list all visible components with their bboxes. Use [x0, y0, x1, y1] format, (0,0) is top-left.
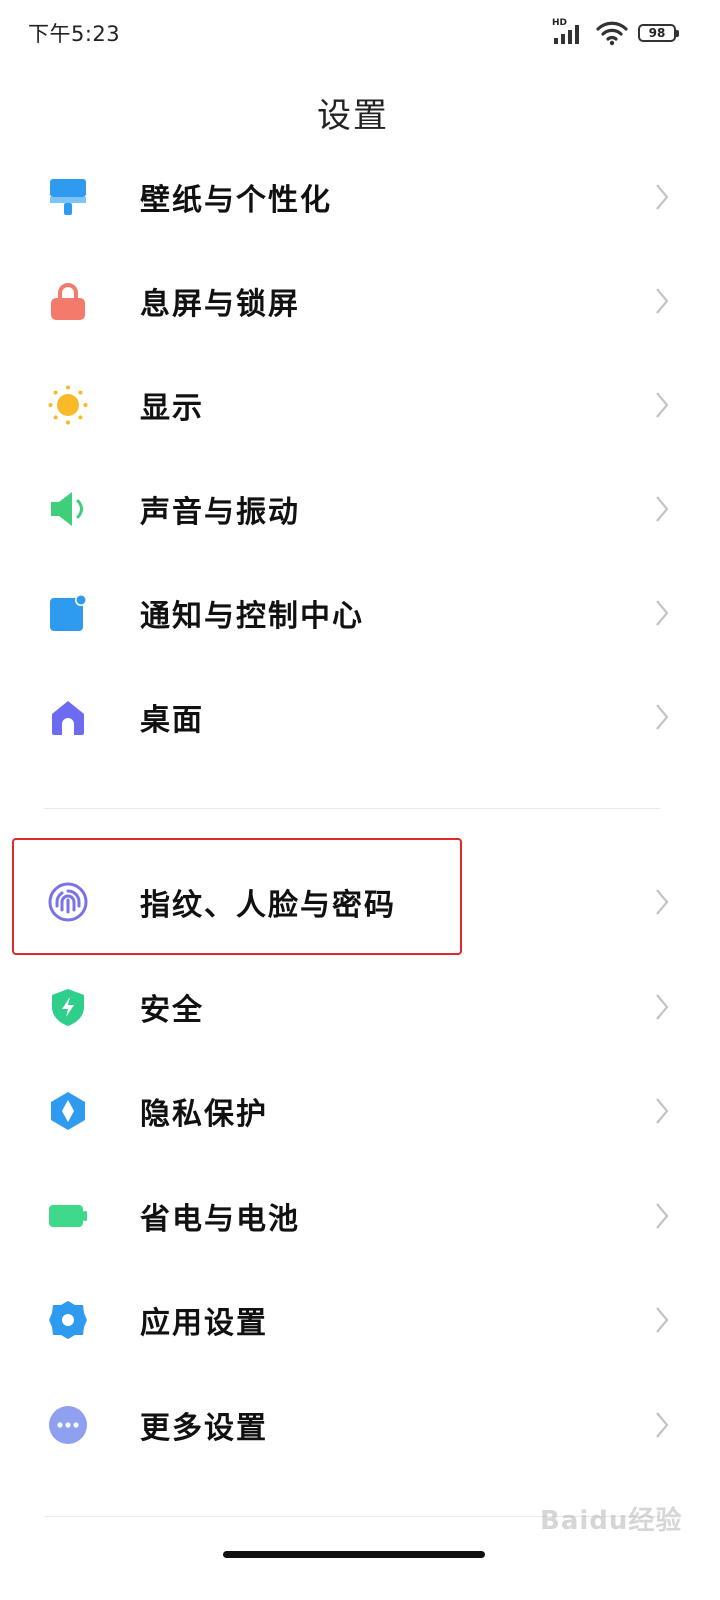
battery-icon: 98	[638, 24, 679, 42]
home-indicator[interactable]	[223, 1551, 485, 1558]
settings-item-notifications[interactable]: 通知与控制中心	[0, 561, 720, 665]
chevron-right-icon	[652, 493, 672, 525]
settings-item-app-settings[interactable]: 应用设置	[0, 1268, 720, 1372]
sun-icon	[48, 385, 88, 425]
settings-item-security[interactable]: 安全	[0, 955, 720, 1059]
settings-item-display[interactable]: 显示	[0, 353, 720, 457]
settings-item-label: 通知与控制中心	[140, 599, 364, 634]
battery-icon	[48, 1196, 88, 1236]
settings-item-label: 桌面	[140, 703, 204, 738]
settings-item-label: 应用设置	[140, 1306, 268, 1341]
status-time: 下午5:23	[28, 22, 121, 46]
gear-icon	[48, 1300, 88, 1340]
settings-item-label: 更多设置	[140, 1411, 268, 1446]
settings-item-label: 显示	[140, 391, 204, 426]
chevron-right-icon	[652, 597, 672, 629]
settings-item-sound[interactable]: 声音与振动	[0, 457, 720, 561]
chevron-right-icon	[652, 389, 672, 421]
chevron-right-icon	[652, 991, 672, 1023]
settings-item-lock-screen[interactable]: 息屏与锁屏	[0, 249, 720, 353]
page-title: 设置	[317, 96, 389, 136]
settings-item-privacy[interactable]: 隐私保护	[0, 1059, 720, 1163]
chevron-right-icon	[652, 1200, 672, 1232]
status-bar: 下午5:23 HD 98	[0, 0, 720, 64]
settings-item-label: 隐私保护	[140, 1097, 268, 1132]
chevron-right-icon	[652, 701, 672, 733]
privacy-icon	[48, 1091, 88, 1131]
settings-item-battery[interactable]: 省电与电池	[0, 1164, 720, 1268]
paintbrush-icon	[48, 177, 88, 217]
settings-item-label: 安全	[140, 993, 204, 1028]
status-icons: HD 98	[552, 18, 679, 48]
chevron-right-icon	[652, 1095, 672, 1127]
chevron-right-icon	[652, 1304, 672, 1336]
chevron-right-icon	[652, 181, 672, 213]
battery-level: 98	[648, 26, 666, 40]
signal-icon: HD	[552, 18, 586, 46]
settings-item-label: 壁纸与个性化	[140, 183, 332, 218]
chevron-right-icon	[652, 886, 672, 918]
speaker-icon	[48, 489, 88, 529]
settings-item-more-settings[interactable]: 更多设置	[0, 1373, 720, 1477]
highlight-annotation	[12, 838, 462, 955]
group-divider	[44, 808, 660, 809]
lock-icon	[48, 281, 88, 321]
settings-item-label: 省电与电池	[140, 1202, 300, 1237]
settings-item-home-screen[interactable]: 桌面	[0, 665, 720, 769]
shield-icon	[48, 987, 88, 1027]
wifi-icon	[596, 20, 628, 46]
settings-item-label: 息屏与锁屏	[140, 287, 300, 322]
chevron-right-icon	[652, 285, 672, 317]
watermark: Baidu经验	[540, 1506, 683, 1536]
more-icon	[48, 1405, 88, 1445]
settings-item-wallpaper[interactable]: 壁纸与个性化	[0, 145, 720, 249]
notification-icon	[48, 593, 88, 633]
settings-item-label: 声音与振动	[140, 495, 300, 530]
home-icon	[48, 697, 88, 737]
chevron-right-icon	[652, 1409, 672, 1441]
